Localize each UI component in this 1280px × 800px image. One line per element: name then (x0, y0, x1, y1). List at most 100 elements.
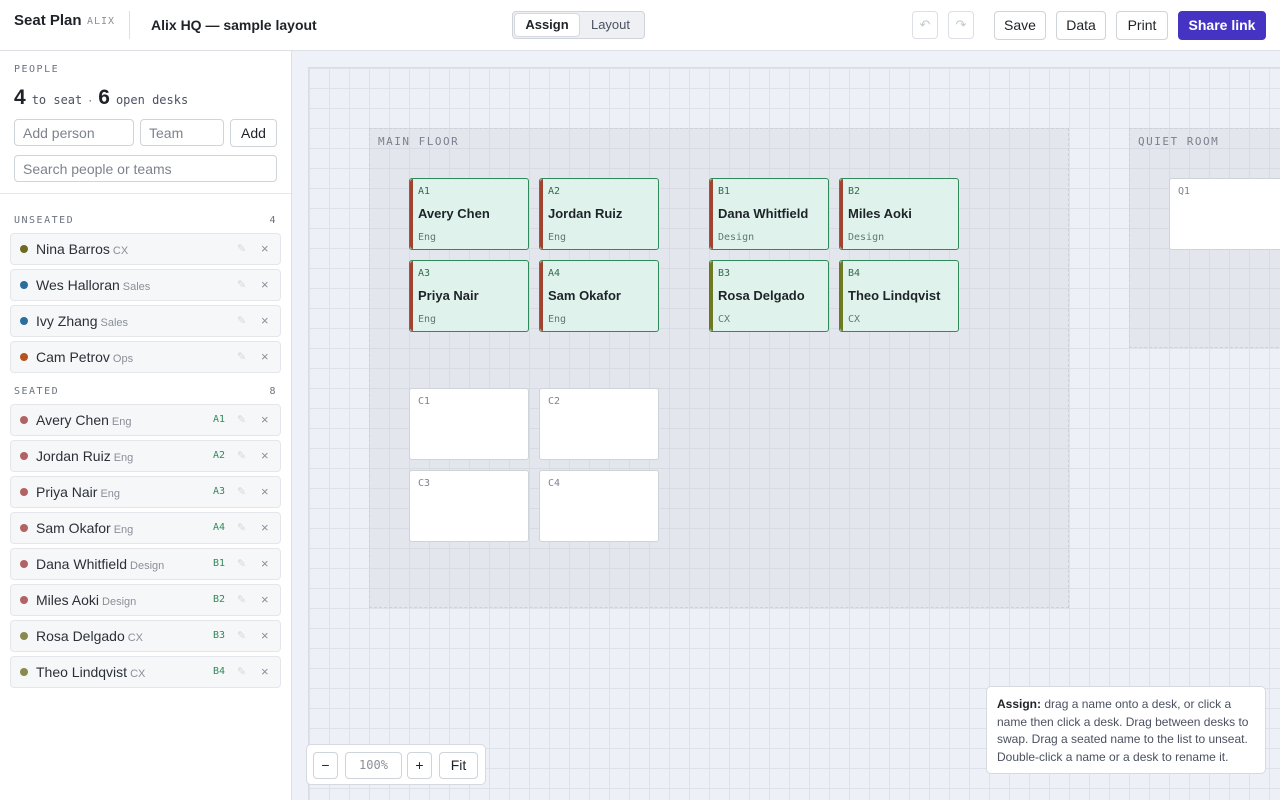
person-row[interactable]: Nina Barros CX ✎ × (10, 233, 281, 265)
desk-label: A3 (418, 268, 431, 279)
remove-icon[interactable]: × (261, 520, 269, 535)
desk-occupant-name[interactable]: Dana Whitfield (718, 206, 808, 221)
edit-icon[interactable]: ✎ (237, 485, 246, 498)
desk-b3[interactable]: B3 Rosa Delgado CX (709, 260, 829, 332)
remove-icon[interactable]: × (261, 349, 269, 364)
desk-b4[interactable]: B4 Theo Lindqvist CX (839, 260, 959, 332)
team-color-dot (20, 524, 28, 532)
remove-icon[interactable]: × (261, 664, 269, 679)
person-row[interactable]: Jordan Ruiz Eng A2 ✎ × (10, 440, 281, 472)
edit-icon[interactable]: ✎ (237, 521, 246, 534)
remove-icon[interactable]: × (261, 628, 269, 643)
desk-occupant-name[interactable]: Miles Aoki (848, 206, 912, 221)
zoom-out-button[interactable]: − (313, 752, 338, 779)
desk-c4[interactable]: C4 (539, 470, 659, 542)
desk-occupant-team: Eng (418, 232, 437, 243)
person-row[interactable]: Wes Halloran Sales ✎ × (10, 269, 281, 301)
print-button[interactable]: Print (1116, 11, 1168, 40)
remove-icon[interactable]: × (261, 313, 269, 328)
redo-button[interactable]: ↷ (948, 11, 974, 39)
person-row[interactable]: Priya Nair Eng A3 ✎ × (10, 476, 281, 508)
edit-icon[interactable]: ✎ (237, 593, 246, 606)
remove-icon[interactable]: × (261, 277, 269, 292)
zoom-in-button[interactable]: + (407, 752, 432, 779)
person-name[interactable]: Sam Okafor Eng (36, 520, 133, 536)
person-name[interactable]: Nina Barros CX (36, 241, 128, 257)
person-row[interactable]: Theo Lindqvist CX B4 ✎ × (10, 656, 281, 688)
person-row[interactable]: Miles Aoki Design B2 ✎ × (10, 584, 281, 616)
document-title[interactable]: Alix HQ — sample layout (151, 17, 317, 33)
desk-a1[interactable]: A1 Avery Chen Eng (409, 178, 529, 250)
desk-label: C4 (548, 478, 561, 489)
person-name[interactable]: Wes Halloran Sales (36, 277, 150, 293)
remove-icon[interactable]: × (261, 592, 269, 607)
desk-b2[interactable]: B2 Miles Aoki Design (839, 178, 959, 250)
floor-canvas[interactable]: MAIN FLOOR QUIET ROOM A1 Avery Chen Eng A2 J… (292, 51, 1280, 800)
edit-icon[interactable]: ✎ (237, 413, 246, 426)
zoom-level: 100% (345, 752, 402, 779)
desk-occupant-name[interactable]: Rosa Delgado (718, 288, 805, 303)
edit-icon[interactable]: ✎ (237, 629, 246, 642)
person-name[interactable]: Jordan Ruiz Eng (36, 448, 133, 464)
person-row[interactable]: Avery Chen Eng A1 ✎ × (10, 404, 281, 436)
desk-occupant-name[interactable]: Jordan Ruiz (548, 206, 622, 221)
edit-icon[interactable]: ✎ (237, 449, 246, 462)
remove-icon[interactable]: × (261, 412, 269, 427)
remove-icon[interactable]: × (261, 556, 269, 571)
mode-layout-tab[interactable]: Layout (579, 14, 642, 36)
desk-a3[interactable]: A3 Priya Nair Eng (409, 260, 529, 332)
edit-icon[interactable]: ✎ (237, 350, 246, 363)
add-person-input[interactable] (14, 119, 134, 146)
desk-c1[interactable]: C1 (409, 388, 529, 460)
edit-icon[interactable]: ✎ (237, 314, 246, 327)
edit-icon[interactable]: ✎ (237, 278, 246, 291)
help-title: Assign: (997, 697, 1042, 711)
data-button[interactable]: Data (1056, 11, 1106, 40)
add-person-button[interactable]: Add (230, 119, 277, 147)
remove-icon[interactable]: × (261, 484, 269, 499)
person-row[interactable]: Ivy Zhang Sales ✎ × (10, 305, 281, 337)
person-name[interactable]: Cam Petrov Ops (36, 349, 133, 365)
person-name[interactable]: Ivy Zhang Sales (36, 313, 128, 329)
desk-a2[interactable]: A2 Jordan Ruiz Eng (539, 178, 659, 250)
undo-button[interactable]: ↶ (912, 11, 938, 39)
remove-icon[interactable]: × (261, 241, 269, 256)
person-team: Eng (113, 524, 134, 536)
person-row[interactable]: Cam Petrov Ops ✎ × (10, 341, 281, 373)
desk-a4[interactable]: A4 Sam Okafor Eng (539, 260, 659, 332)
desk-c2[interactable]: C2 (539, 388, 659, 460)
desk-occupant-name[interactable]: Theo Lindqvist (848, 288, 940, 303)
team-input[interactable] (140, 119, 224, 146)
mode-assign-tab[interactable]: Assign (515, 14, 579, 36)
desk-q1[interactable]: Q1 (1169, 178, 1280, 250)
desk-label: B2 (848, 186, 861, 197)
fit-button[interactable]: Fit (439, 752, 478, 779)
edit-icon[interactable]: ✎ (237, 242, 246, 255)
edit-icon[interactable]: ✎ (237, 665, 246, 678)
desk-c3[interactable]: C3 (409, 470, 529, 542)
search-input[interactable] (14, 155, 277, 182)
person-name[interactable]: Theo Lindqvist CX (36, 664, 145, 680)
person-name[interactable]: Priya Nair Eng (36, 484, 120, 500)
person-team: CX (127, 632, 144, 644)
person-row[interactable]: Dana Whitfield Design B1 ✎ × (10, 548, 281, 580)
person-name[interactable]: Miles Aoki Design (36, 592, 136, 608)
share-link-button[interactable]: Share link (1178, 11, 1266, 40)
person-name[interactable]: Dana Whitfield Design (36, 556, 164, 572)
save-button[interactable]: Save (994, 11, 1046, 40)
person-row[interactable]: Rosa Delgado CX B3 ✎ × (10, 620, 281, 652)
remove-icon[interactable]: × (261, 448, 269, 463)
desk-occupant-name[interactable]: Priya Nair (418, 288, 479, 303)
team-stripe (710, 261, 713, 331)
person-row[interactable]: Sam Okafor Eng A4 ✎ × (10, 512, 281, 544)
edit-icon[interactable]: ✎ (237, 557, 246, 570)
undo-icon: ↶ (919, 17, 931, 32)
person-name[interactable]: Avery Chen Eng (36, 412, 131, 428)
desk-b1[interactable]: B1 Dana Whitfield Design (709, 178, 829, 250)
desk-occupant-name[interactable]: Avery Chen (418, 206, 490, 221)
desk-occupant-name[interactable]: Sam Okafor (548, 288, 621, 303)
person-desk-label: A1 (213, 414, 226, 425)
person-name[interactable]: Rosa Delgado CX (36, 628, 143, 644)
desk-label: B4 (848, 268, 861, 279)
zone-label: MAIN FLOOR (378, 135, 460, 148)
